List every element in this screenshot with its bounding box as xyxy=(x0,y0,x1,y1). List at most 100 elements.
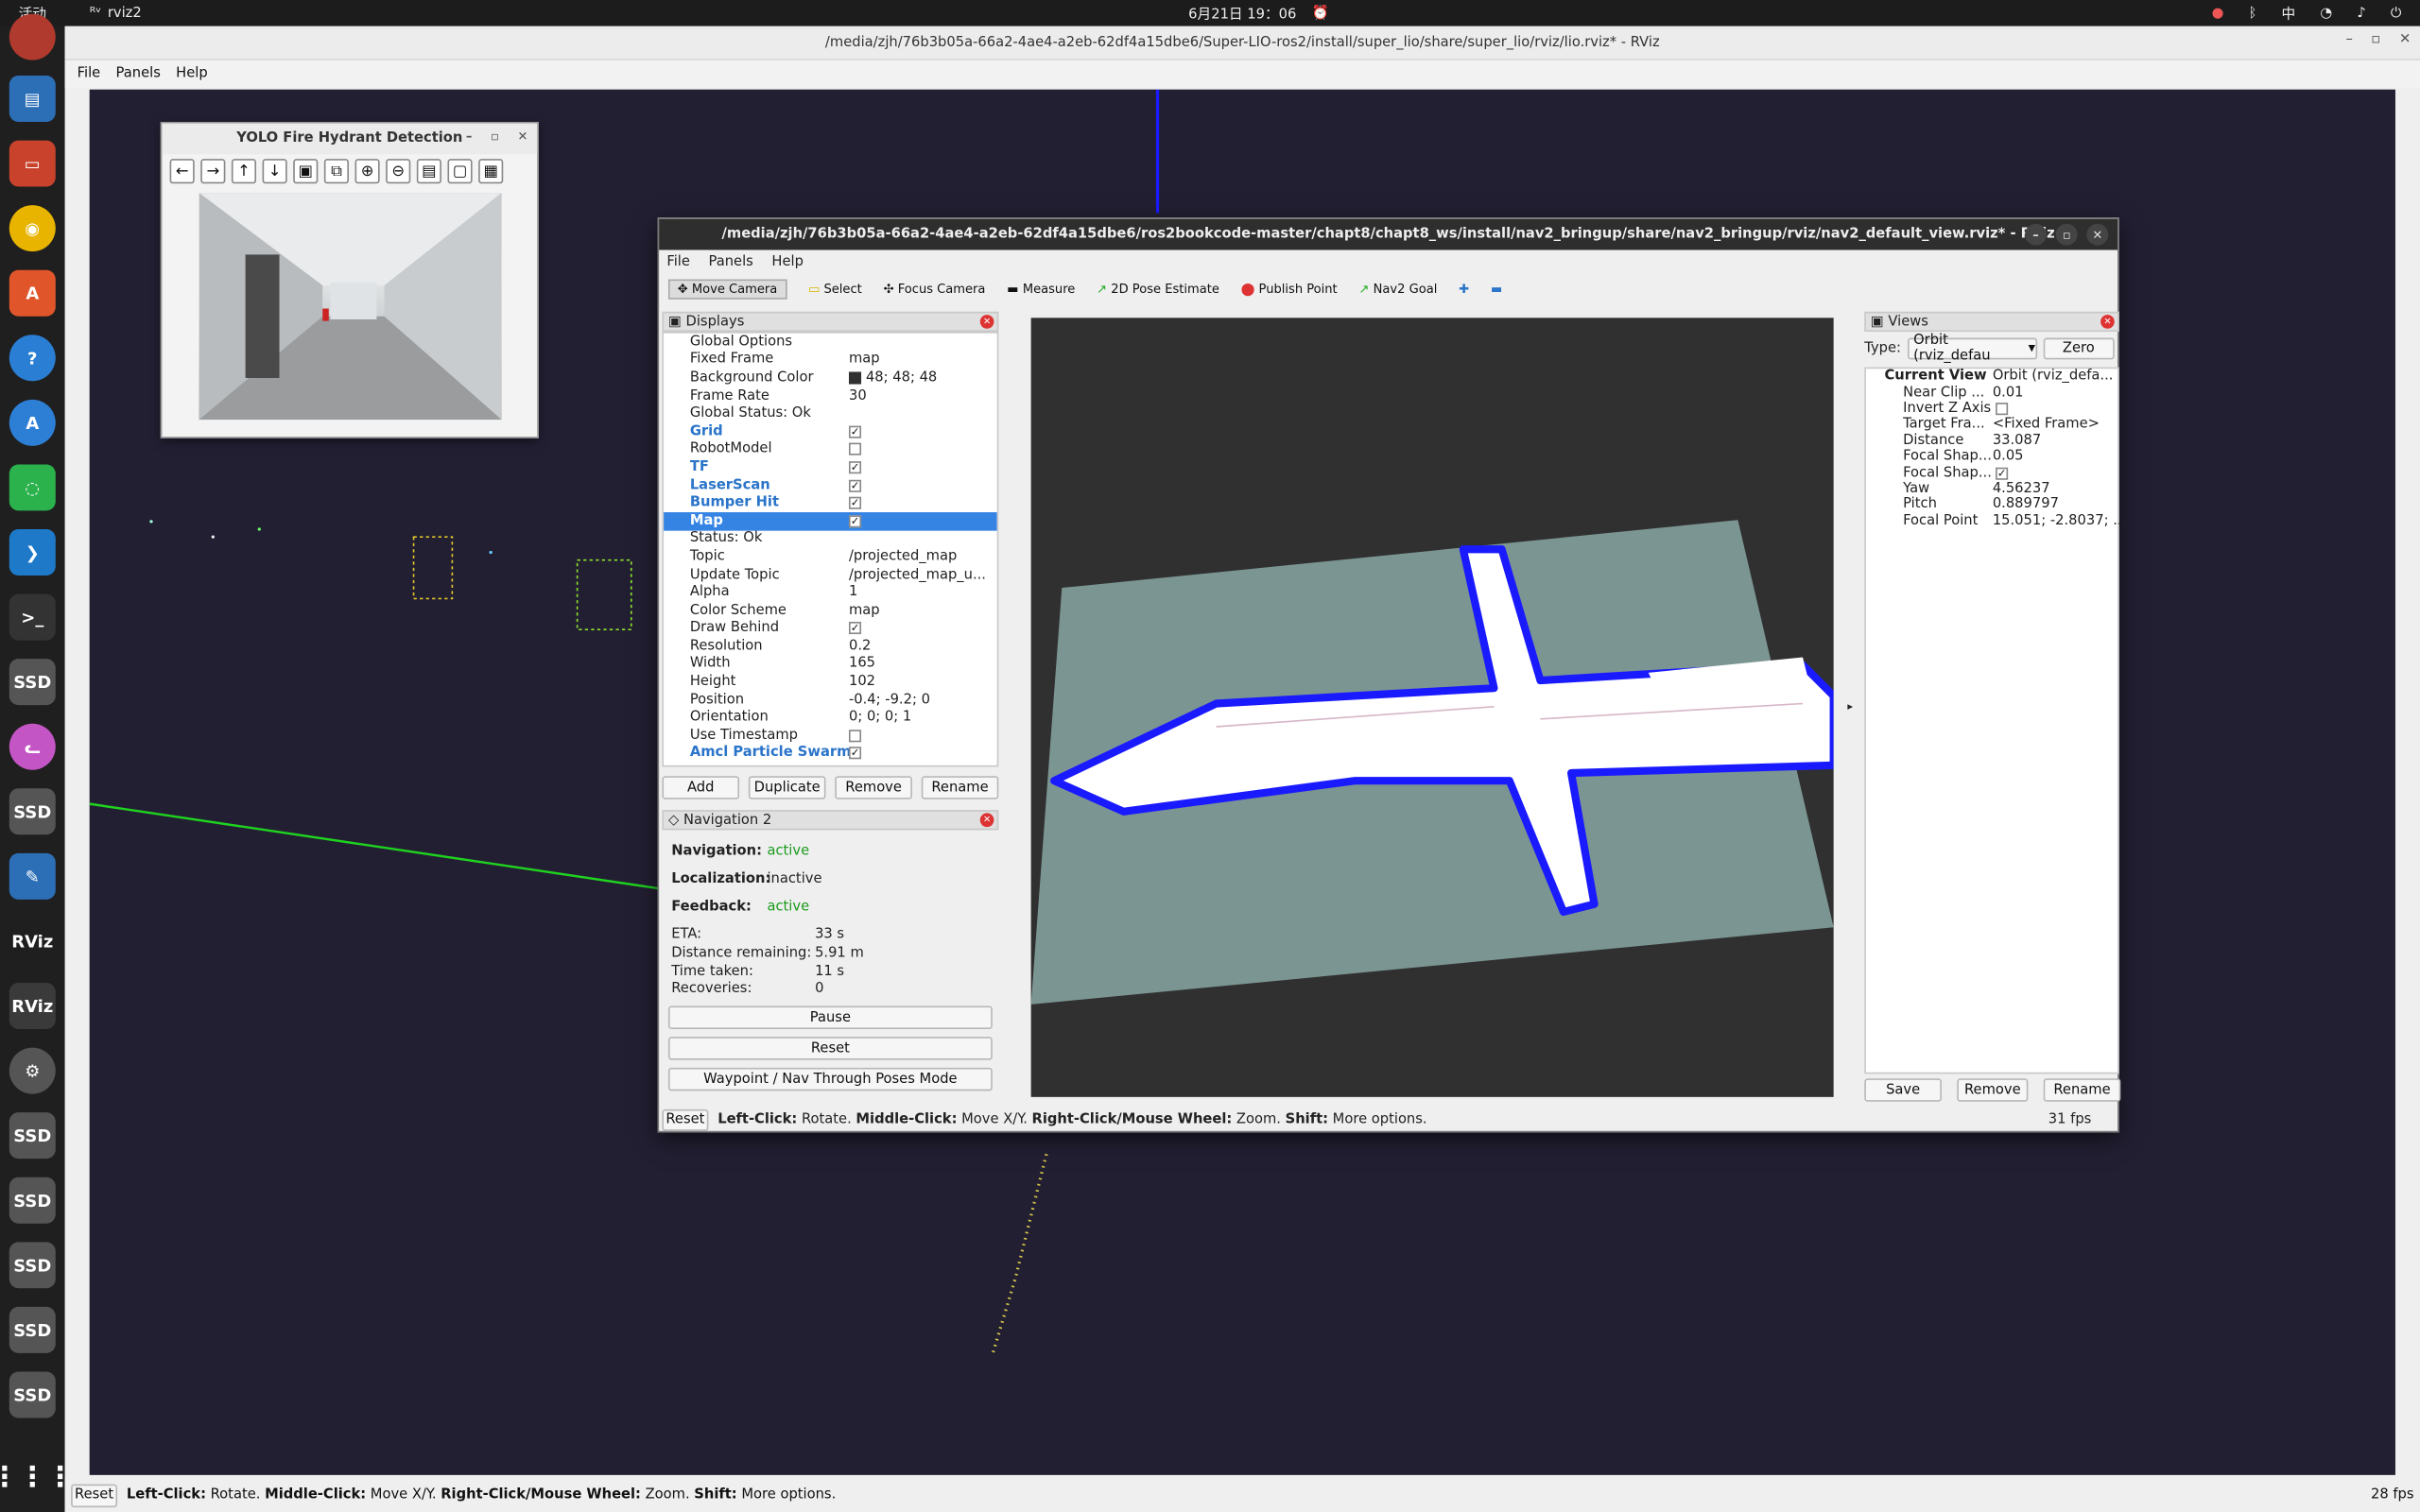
display-checkbox[interactable]: ✓ xyxy=(848,747,862,761)
record-icon[interactable]: ● xyxy=(2212,6,2224,21)
zoom-fit-icon[interactable]: ▣ xyxy=(293,159,319,184)
display-checkbox[interactable]: ✓ xyxy=(848,496,862,510)
view-row[interactable]: Focal Point 15.051; -2.8037; ... xyxy=(1866,513,2126,529)
view-row-value[interactable]: 4.56237 xyxy=(1993,481,2050,496)
display-row-value[interactable]: 0.2 xyxy=(849,639,871,654)
help-icon[interactable]: ? xyxy=(9,335,56,382)
display-row-value[interactable]: 30 xyxy=(849,388,867,404)
maximize-icon[interactable]: ▫ xyxy=(2371,32,2380,47)
rviz-icon-active[interactable]: RViz xyxy=(9,983,56,1030)
writer-icon[interactable]: ▤ xyxy=(9,76,56,122)
nav2-reset-button[interactable]: Reset xyxy=(667,1037,993,1060)
view-row-value[interactable]: 0.05 xyxy=(1993,449,2024,464)
save-image-icon[interactable]: ▤ xyxy=(416,159,441,184)
close-icon[interactable]: ✕ xyxy=(2086,223,2109,246)
views-tree[interactable]: Current View Orbit (rviz_defa... Near Clip… xyxy=(1864,367,2126,1074)
settings-small-icon[interactable]: ▦ xyxy=(478,159,504,184)
view-row[interactable]: Current View Orbit (rviz_defa... xyxy=(1866,369,2118,385)
display-row[interactable]: Bumper Hit ✓ xyxy=(664,494,997,512)
display-row[interactable]: Map ✓ xyxy=(664,511,997,530)
rhythmbox-icon[interactable]: ◉ xyxy=(9,205,56,252)
view-row[interactable]: Focal Shap... 0.05 xyxy=(1866,449,2118,465)
display-row-value[interactable]: map xyxy=(849,352,880,368)
rviz-icon[interactable]: RViz xyxy=(9,918,56,965)
remove-tool-icon[interactable]: ▬ xyxy=(1491,282,1502,296)
zoom-in-icon[interactable]: ⊕ xyxy=(354,159,380,184)
rename-display-button[interactable]: Rename xyxy=(921,776,999,799)
display-checkbox[interactable] xyxy=(848,730,862,743)
ssd-drive-icon-5[interactable]: SSD xyxy=(9,1242,56,1289)
publish-point-tool[interactable]: ⬤ Publish Point xyxy=(1241,282,1338,296)
display-row[interactable]: Global Status: Ok xyxy=(664,404,997,422)
move-camera-tool[interactable]: ✥ Move Camera xyxy=(667,278,787,299)
menu-file[interactable]: File xyxy=(78,66,101,81)
add-tool-icon[interactable]: ✚ xyxy=(1459,282,1469,296)
view-row-value[interactable]: 33.087 xyxy=(1993,433,2041,448)
app-center-icon[interactable]: A xyxy=(9,399,56,446)
arrow-right-icon[interactable]: → xyxy=(200,159,226,184)
view-row[interactable]: Focal Shap... ✓ xyxy=(1866,465,2118,481)
display-row-value[interactable]: map xyxy=(849,603,880,618)
menu-file[interactable]: File xyxy=(666,254,690,269)
view-checkbox[interactable]: ✓ xyxy=(1996,466,2009,480)
rename-view-button[interactable]: Rename xyxy=(2043,1078,2121,1102)
display-row-value[interactable]: /projected_map xyxy=(849,549,957,564)
wifi-icon[interactable]: ◔ xyxy=(2320,6,2332,21)
displays-tree[interactable]: Global Options Fixed Frame map Background C… xyxy=(662,332,999,767)
close-icon[interactable]: ✕ xyxy=(517,129,527,144)
view-row[interactable]: Invert Z Axis xyxy=(1866,401,2118,417)
maximize-icon[interactable]: ▫ xyxy=(491,129,499,144)
bluetooth-icon[interactable]: ᛒ xyxy=(2249,6,2257,21)
collapse-right-icon[interactable]: ▸ xyxy=(1847,700,1853,713)
display-row[interactable]: TF ✓ xyxy=(664,458,997,476)
menu-panels[interactable]: Panels xyxy=(116,66,161,81)
display-row[interactable]: Position -0.4; -9.2; 0 xyxy=(664,691,997,709)
nav2-title-bar[interactable]: /media/zjh/76b3b05a-66a2-4ae4-a2eb-62df4… xyxy=(659,218,2118,250)
view-row[interactable]: Yaw 4.56237 xyxy=(1866,481,2118,497)
display-checkbox[interactable]: ✓ xyxy=(848,461,862,474)
copy-image-icon[interactable]: ▢ xyxy=(447,159,473,184)
display-row[interactable]: Height 102 xyxy=(664,673,997,691)
view-row-value[interactable]: 15.051; -2.8037; ... xyxy=(1993,513,2126,528)
display-row[interactable]: Color Scheme map xyxy=(664,602,997,620)
power-icon[interactable]: ⏻ xyxy=(2391,6,2402,21)
display-row-value[interactable]: 165 xyxy=(849,657,875,672)
view-row[interactable]: Pitch 0.889797 xyxy=(1866,497,2118,513)
display-row-value[interactable]: -0.4; -9.2; 0 xyxy=(849,693,930,708)
system-tray[interactable]: ● ᛒ 中 ◔ ♪ ⏻ xyxy=(2212,3,2402,24)
remove-view-button[interactable]: Remove xyxy=(1957,1078,2029,1102)
terminal-icon[interactable]: >_ xyxy=(9,593,56,641)
display-row-value[interactable]: 48; 48; 48 xyxy=(866,370,937,386)
nav2-status-reset-button[interactable]: Reset xyxy=(662,1108,709,1131)
display-checkbox[interactable]: ✓ xyxy=(848,479,862,492)
software-icon[interactable]: A xyxy=(9,269,56,317)
display-row-value[interactable]: 1 xyxy=(849,585,857,600)
ssd-drive-icon-6[interactable]: SSD xyxy=(9,1306,56,1353)
color-swatch[interactable] xyxy=(848,371,862,385)
menu-help[interactable]: Help xyxy=(176,66,208,81)
close-icon[interactable]: ✕ xyxy=(979,315,994,329)
view-row[interactable]: Target Fra... <Fixed Frame> xyxy=(1866,417,2118,433)
display-row[interactable]: Grid ✓ xyxy=(664,422,997,440)
view-row[interactable]: Near Clip ... 0.01 xyxy=(1866,385,2118,401)
display-checkbox[interactable]: ✓ xyxy=(848,425,862,438)
display-row[interactable]: Update Topic/projected_map_u... xyxy=(664,566,997,584)
display-row-value[interactable]: /projected_map_u... xyxy=(849,567,986,582)
view-checkbox[interactable] xyxy=(1996,403,2009,416)
display-row[interactable]: Background Color 48; 48; 48 xyxy=(664,369,997,387)
view-row-value[interactable]: <Fixed Frame> xyxy=(1993,417,2100,432)
nav2-3d-viewport[interactable]: ◂ xyxy=(1030,318,1834,1097)
zero-button[interactable]: Zero xyxy=(2043,337,2115,360)
display-row[interactable]: Alpha 1 xyxy=(664,584,997,602)
menu-help[interactable]: Help xyxy=(771,254,804,269)
save-view-button[interactable]: Save xyxy=(1864,1078,1942,1102)
waypoint-mode-button[interactable]: Waypoint / Nav Through Poses Mode xyxy=(667,1067,993,1091)
display-row[interactable]: Global Options xyxy=(664,334,997,352)
focus-camera-tool[interactable]: ✣ Focus Camera xyxy=(884,282,986,296)
zoom-region-icon[interactable]: ⧉ xyxy=(323,159,349,184)
ssd-drive-icon-3[interactable]: SSD xyxy=(9,1112,56,1160)
display-row[interactable]: Frame Rate 30 xyxy=(664,387,997,404)
close-icon[interactable]: ✕ xyxy=(2399,32,2411,47)
nav2-goal-tool[interactable]: ↗ Nav2 Goal xyxy=(1359,282,1438,296)
cat-app-icon[interactable]: ᓚ xyxy=(9,723,56,770)
